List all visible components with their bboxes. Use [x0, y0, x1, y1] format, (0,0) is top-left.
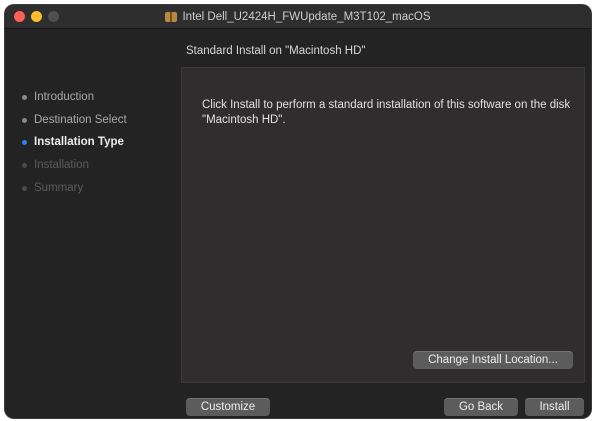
current-step-bullet-icon [22, 139, 27, 145]
step-bullet-icon [22, 117, 27, 123]
install-description: Click Install to perform a standard inst… [202, 99, 571, 126]
install-button[interactable]: Install [525, 398, 584, 416]
step-label: Installation Type [34, 136, 124, 148]
sidebar-step-installation: Installation [22, 159, 89, 171]
step-label: Summary [34, 182, 84, 194]
step-bullet-icon [22, 185, 27, 191]
steps-sidebar: Introduction Destination Select Installa… [5, 29, 178, 418]
change-install-location-button[interactable]: Change Install Location... [413, 351, 573, 369]
sidebar-step-destination-select: Destination Select [22, 114, 127, 126]
content-panel: Click Install to perform a standard inst… [181, 67, 585, 383]
title-group: Intel Dell_U2424H_FWUpdate_M3T102_macOS [5, 5, 591, 28]
sidebar-step-installation-type: Installation Type [22, 136, 124, 148]
go-back-button[interactable]: Go Back [444, 398, 518, 416]
sidebar-step-introduction: Introduction [22, 91, 94, 103]
package-icon [165, 11, 178, 22]
step-bullet-icon [22, 94, 27, 100]
step-label: Introduction [34, 91, 95, 103]
step-label: Installation [34, 159, 89, 171]
installer-window: Intel Dell_U2424H_FWUpdate_M3T102_macOS … [5, 5, 591, 418]
customize-button[interactable]: Customize [186, 398, 270, 416]
title-bar[interactable]: Intel Dell_U2424H_FWUpdate_M3T102_macOS [5, 5, 591, 29]
window-title: Intel Dell_U2424H_FWUpdate_M3T102_macOS [182, 10, 431, 23]
step-label: Destination Select [34, 114, 127, 126]
step-bullet-icon [22, 162, 27, 168]
sidebar-step-summary: Summary [22, 182, 83, 194]
section-title: Standard Install on "Macintosh HD" [186, 45, 366, 57]
